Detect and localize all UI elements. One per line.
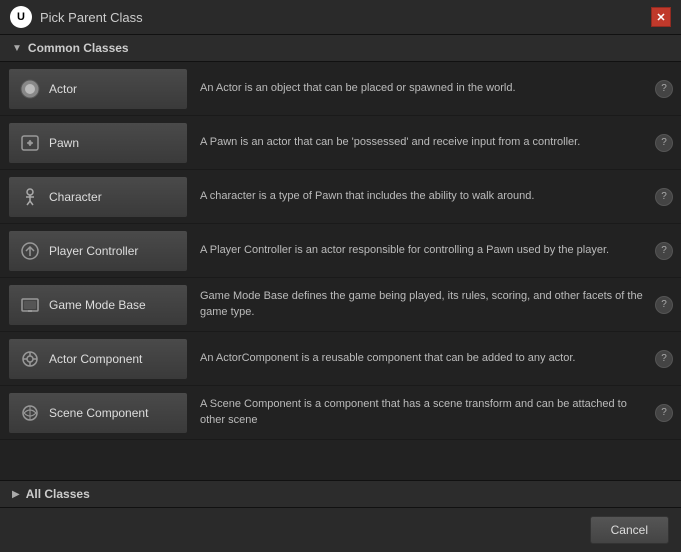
scene-component-description: A Scene Component is a component that ha… bbox=[188, 397, 655, 428]
class-row-pawn[interactable]: Pawn A Pawn is an actor that can be 'pos… bbox=[0, 116, 681, 170]
actor-help-icon[interactable]: ? bbox=[655, 80, 673, 98]
game-mode-base-description: Game Mode Base defines the game being pl… bbox=[188, 289, 655, 320]
actor-component-label: Actor Component bbox=[49, 352, 142, 366]
actor-component-description: An ActorComponent is a reusable componen… bbox=[188, 351, 655, 366]
pawn-description: A Pawn is an actor that can be 'possesse… bbox=[188, 135, 655, 150]
character-label: Character bbox=[49, 190, 102, 204]
actor-label: Actor bbox=[49, 82, 77, 96]
section-arrow-icon: ▼ bbox=[12, 43, 22, 54]
common-classes-label: Common Classes bbox=[28, 41, 129, 55]
class-row-player-controller[interactable]: Player Controller A Player Controller is… bbox=[0, 224, 681, 278]
actor-component-icon bbox=[19, 348, 41, 370]
actor-component-button[interactable]: Actor Component bbox=[8, 338, 188, 380]
scene-component-icon bbox=[19, 402, 41, 424]
pawn-label: Pawn bbox=[49, 136, 79, 150]
all-classes-section[interactable]: ▶ All Classes bbox=[0, 480, 681, 507]
main-content: ▼ Common Classes Actor An Actor is an ob… bbox=[0, 35, 681, 507]
window-title: Pick Parent Class bbox=[40, 10, 143, 25]
player-controller-label: Player Controller bbox=[49, 244, 138, 258]
scene-component-label: Scene Component bbox=[49, 406, 148, 420]
close-button[interactable]: ✕ bbox=[651, 7, 671, 27]
class-row-character[interactable]: Character A character is a type of Pawn … bbox=[0, 170, 681, 224]
character-button[interactable]: Character bbox=[8, 176, 188, 218]
game-mode-base-help-icon[interactable]: ? bbox=[655, 296, 673, 314]
game-mode-base-label: Game Mode Base bbox=[49, 298, 146, 312]
title-bar: U Pick Parent Class ✕ bbox=[0, 0, 681, 35]
pawn-icon bbox=[19, 132, 41, 154]
player-controller-button[interactable]: Player Controller bbox=[8, 230, 188, 272]
common-classes-header: ▼ Common Classes bbox=[0, 35, 681, 62]
player-controller-help-icon[interactable]: ? bbox=[655, 242, 673, 260]
ue-logo: U bbox=[10, 6, 32, 28]
scene-component-button[interactable]: Scene Component bbox=[8, 392, 188, 434]
player-controller-description: A Player Controller is an actor responsi… bbox=[188, 243, 655, 258]
pawn-help-icon[interactable]: ? bbox=[655, 134, 673, 152]
actor-icon bbox=[19, 78, 41, 100]
cancel-button[interactable]: Cancel bbox=[590, 516, 669, 544]
game-mode-base-icon bbox=[19, 294, 41, 316]
actor-button[interactable]: Actor bbox=[8, 68, 188, 110]
class-row-actor-component[interactable]: Actor Component An ActorComponent is a r… bbox=[0, 332, 681, 386]
all-classes-arrow-icon: ▶ bbox=[12, 489, 20, 500]
actor-description: An Actor is an object that can be placed… bbox=[188, 81, 655, 96]
game-mode-base-button[interactable]: Game Mode Base bbox=[8, 284, 188, 326]
scene-component-help-icon[interactable]: ? bbox=[655, 404, 673, 422]
all-classes-label: All Classes bbox=[26, 487, 90, 501]
pawn-button[interactable]: Pawn bbox=[8, 122, 188, 164]
actor-component-help-icon[interactable]: ? bbox=[655, 350, 673, 368]
class-row-actor[interactable]: Actor An Actor is an object that can be … bbox=[0, 62, 681, 116]
class-row-scene-component[interactable]: Scene Component A Scene Component is a c… bbox=[0, 386, 681, 440]
character-icon bbox=[19, 186, 41, 208]
class-list: Actor An Actor is an object that can be … bbox=[0, 62, 681, 480]
player-controller-icon bbox=[19, 240, 41, 262]
title-bar-left: U Pick Parent Class bbox=[10, 6, 143, 28]
footer: Cancel bbox=[0, 507, 681, 552]
class-row-game-mode-base[interactable]: Game Mode Base Game Mode Base defines th… bbox=[0, 278, 681, 332]
character-help-icon[interactable]: ? bbox=[655, 188, 673, 206]
character-description: A character is a type of Pawn that inclu… bbox=[188, 189, 655, 204]
